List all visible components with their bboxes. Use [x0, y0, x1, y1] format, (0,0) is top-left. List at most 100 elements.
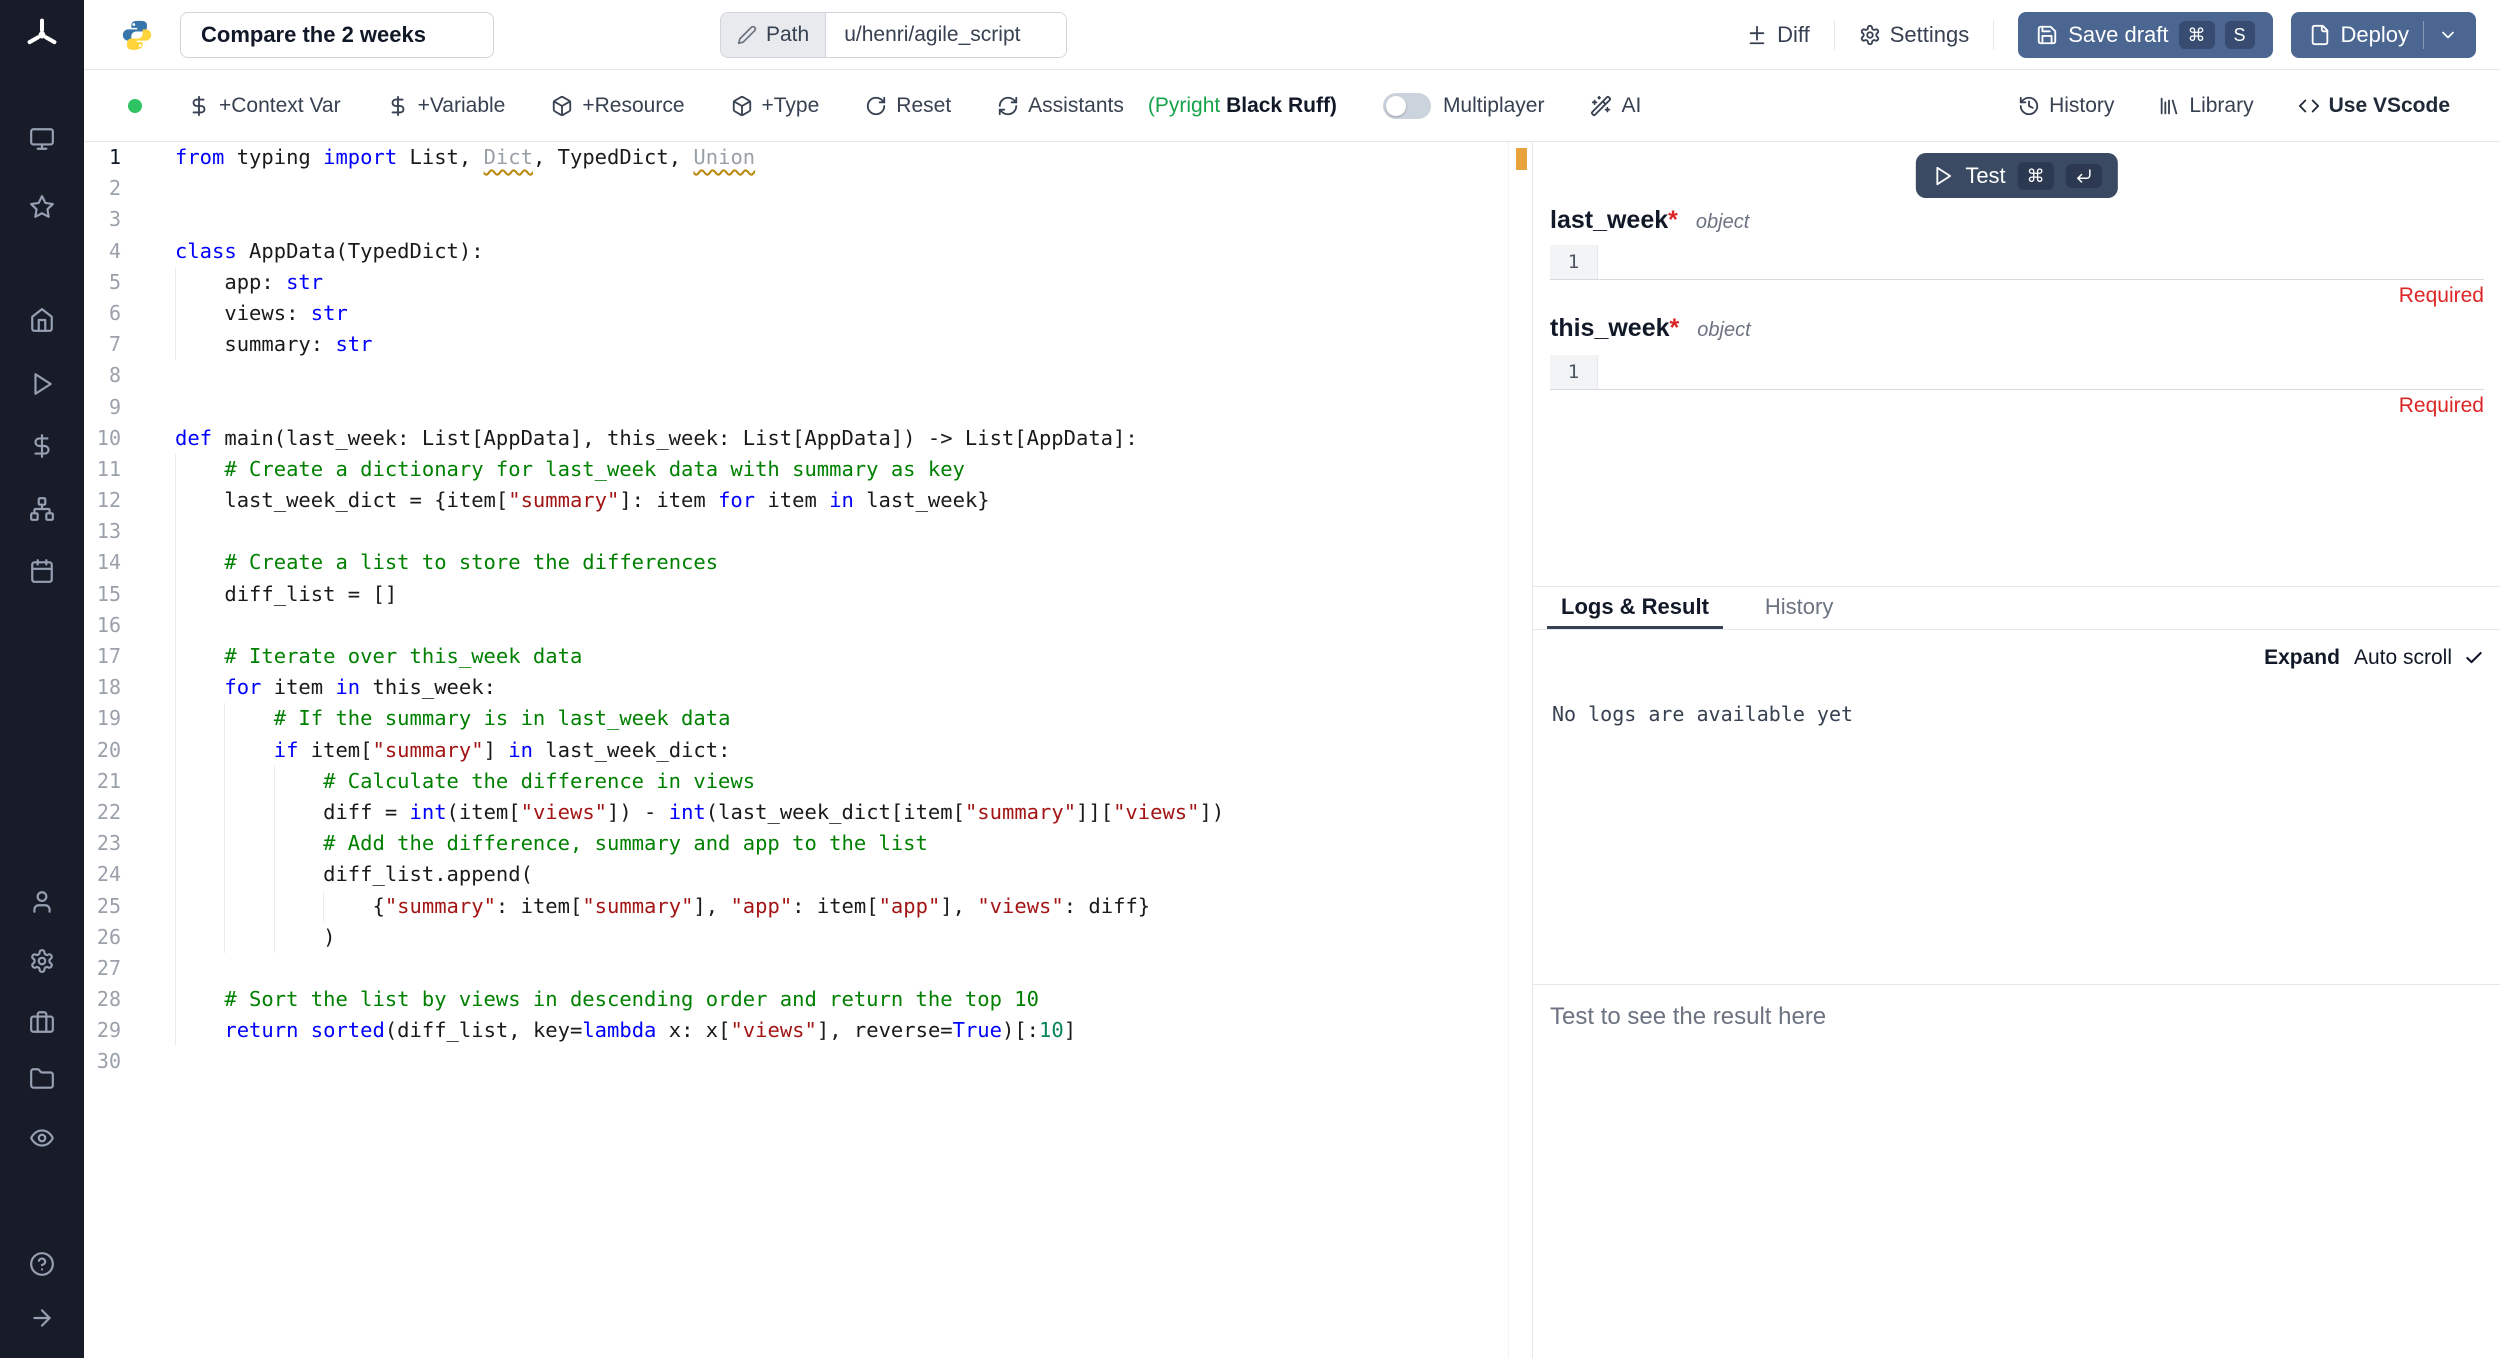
- code-line[interactable]: [175, 1046, 1508, 1077]
- code-line[interactable]: from typing import List, Dict, TypedDict…: [175, 142, 1508, 173]
- briefcase-icon[interactable]: [0, 1000, 84, 1044]
- line-number[interactable]: 6: [84, 298, 175, 329]
- line-number[interactable]: 25: [84, 891, 175, 922]
- line-number[interactable]: 18: [84, 672, 175, 703]
- line-numbers[interactable]: 1234567891011121314151617181920212223242…: [84, 142, 175, 1078]
- code-line[interactable]: [175, 204, 1508, 235]
- line-number[interactable]: 10: [84, 423, 175, 454]
- arg-input-last-week[interactable]: 1: [1550, 245, 2484, 280]
- code-line[interactable]: [175, 953, 1508, 984]
- code-lines[interactable]: from typing import List, Dict, TypedDict…: [175, 142, 1508, 1078]
- json-input-field[interactable]: [1598, 245, 2484, 279]
- code-line[interactable]: def main(last_week: List[AppData], this_…: [175, 423, 1508, 454]
- code-line[interactable]: diff_list = []: [175, 579, 1508, 610]
- line-number[interactable]: 27: [84, 953, 175, 984]
- arg-input-this-week[interactable]: 1: [1550, 355, 2484, 390]
- line-number[interactable]: 11: [84, 454, 175, 485]
- code-line[interactable]: # Iterate over this_week data: [175, 641, 1508, 672]
- help-icon[interactable]: [0, 1242, 84, 1286]
- add-variable-button[interactable]: +Variable: [387, 94, 506, 118]
- line-number[interactable]: 9: [84, 392, 175, 423]
- line-number[interactable]: 3: [84, 204, 175, 235]
- code-line[interactable]: views: str: [175, 298, 1508, 329]
- expand-button[interactable]: Expand: [2264, 646, 2340, 670]
- code-line[interactable]: diff = int(item["views"]) - int(last_wee…: [175, 797, 1508, 828]
- code-line[interactable]: [175, 516, 1508, 547]
- code-line[interactable]: # Create a dictionary for last_week data…: [175, 454, 1508, 485]
- auto-scroll-toggle[interactable]: Auto scroll: [2354, 646, 2484, 670]
- library-button[interactable]: Library: [2158, 94, 2253, 118]
- add-context-var-button[interactable]: +Context Var: [188, 94, 341, 118]
- line-number[interactable]: 17: [84, 641, 175, 672]
- line-number[interactable]: 24: [84, 859, 175, 890]
- line-number[interactable]: 7: [84, 329, 175, 360]
- code-line[interactable]: # If the summary is in last_week data: [175, 703, 1508, 734]
- star-icon[interactable]: [0, 185, 84, 229]
- code-line[interactable]: # Calculate the difference in views: [175, 766, 1508, 797]
- line-number[interactable]: 8: [84, 360, 175, 391]
- line-number[interactable]: 13: [84, 516, 175, 547]
- line-number[interactable]: 23: [84, 828, 175, 859]
- code-line[interactable]: # Sort the list by views in descending o…: [175, 984, 1508, 1015]
- network-resources-icon[interactable]: [0, 487, 84, 531]
- reset-button[interactable]: Reset: [865, 94, 951, 118]
- user-icon[interactable]: [0, 880, 84, 924]
- windmill-logo[interactable]: [0, 13, 84, 57]
- code-line[interactable]: # Add the difference, summary and app to…: [175, 828, 1508, 859]
- play-runs-icon[interactable]: [0, 362, 84, 406]
- history-button[interactable]: History: [2018, 94, 2114, 118]
- line-number[interactable]: 28: [84, 984, 175, 1015]
- code-line[interactable]: [175, 392, 1508, 423]
- code-line[interactable]: return sorted(diff_list, key=lambda x: x…: [175, 1015, 1508, 1046]
- code-line[interactable]: [175, 173, 1508, 204]
- diff-button[interactable]: Diff: [1728, 12, 1828, 58]
- code-editor[interactable]: 1234567891011121314151617181920212223242…: [84, 142, 1532, 1358]
- monitor-icon[interactable]: [0, 117, 84, 161]
- tab-logs-result[interactable]: Logs & Result: [1547, 587, 1723, 629]
- code-line[interactable]: app: str: [175, 267, 1508, 298]
- add-type-button[interactable]: +Type: [731, 94, 820, 118]
- line-number[interactable]: 29: [84, 1015, 175, 1046]
- line-number[interactable]: 2: [84, 173, 175, 204]
- line-number[interactable]: 20: [84, 735, 175, 766]
- ai-button[interactable]: AI: [1590, 94, 1641, 118]
- code-line[interactable]: [175, 360, 1508, 391]
- code-line[interactable]: class AppData(TypedDict):: [175, 236, 1508, 267]
- code-line[interactable]: # Create a list to store the differences: [175, 547, 1508, 578]
- code-line[interactable]: summary: str: [175, 329, 1508, 360]
- code-line[interactable]: if item["summary"] in last_week_dict:: [175, 735, 1508, 766]
- code-line[interactable]: diff_list.append(: [175, 859, 1508, 890]
- calendar-schedules-icon[interactable]: [0, 549, 84, 593]
- multiplayer-toggle[interactable]: [1383, 93, 1431, 119]
- json-input-field[interactable]: [1598, 355, 2484, 389]
- line-number[interactable]: 4: [84, 236, 175, 267]
- code-line[interactable]: ): [175, 922, 1508, 953]
- code-line[interactable]: last_week_dict = {item["summary"]: item …: [175, 485, 1508, 516]
- add-resource-button[interactable]: +Resource: [551, 94, 684, 118]
- code-line[interactable]: {"summary": item["summary"], "app": item…: [175, 891, 1508, 922]
- dollar-variables-icon[interactable]: [0, 424, 84, 468]
- line-number[interactable]: 19: [84, 703, 175, 734]
- line-number[interactable]: 5: [84, 267, 175, 298]
- code-line[interactable]: for item in this_week:: [175, 672, 1508, 703]
- save-draft-button[interactable]: Save draft ⌘ S: [2018, 12, 2272, 58]
- line-number[interactable]: 1: [84, 142, 175, 173]
- line-number[interactable]: 22: [84, 797, 175, 828]
- gear-icon[interactable]: [0, 939, 84, 983]
- line-number[interactable]: 12: [84, 485, 175, 516]
- edit-path-button[interactable]: Path: [721, 13, 826, 57]
- home-icon[interactable]: [0, 298, 84, 342]
- line-number[interactable]: 14: [84, 547, 175, 578]
- code-line[interactable]: [175, 610, 1508, 641]
- script-title-input[interactable]: Compare the 2 weeks: [180, 12, 494, 58]
- line-number[interactable]: 30: [84, 1046, 175, 1077]
- settings-button[interactable]: Settings: [1841, 12, 1988, 58]
- path-value-input[interactable]: u/henri/agile_script: [826, 13, 1066, 57]
- chevron-down-icon[interactable]: [2438, 25, 2458, 45]
- eye-icon[interactable]: [0, 1116, 84, 1160]
- assistants-button[interactable]: Assistants: [997, 94, 1124, 118]
- line-number[interactable]: 15: [84, 579, 175, 610]
- folder-icon[interactable]: [0, 1057, 84, 1101]
- use-vscode-button[interactable]: Use VScode: [2298, 94, 2450, 118]
- test-button[interactable]: Test ⌘: [1915, 153, 2117, 198]
